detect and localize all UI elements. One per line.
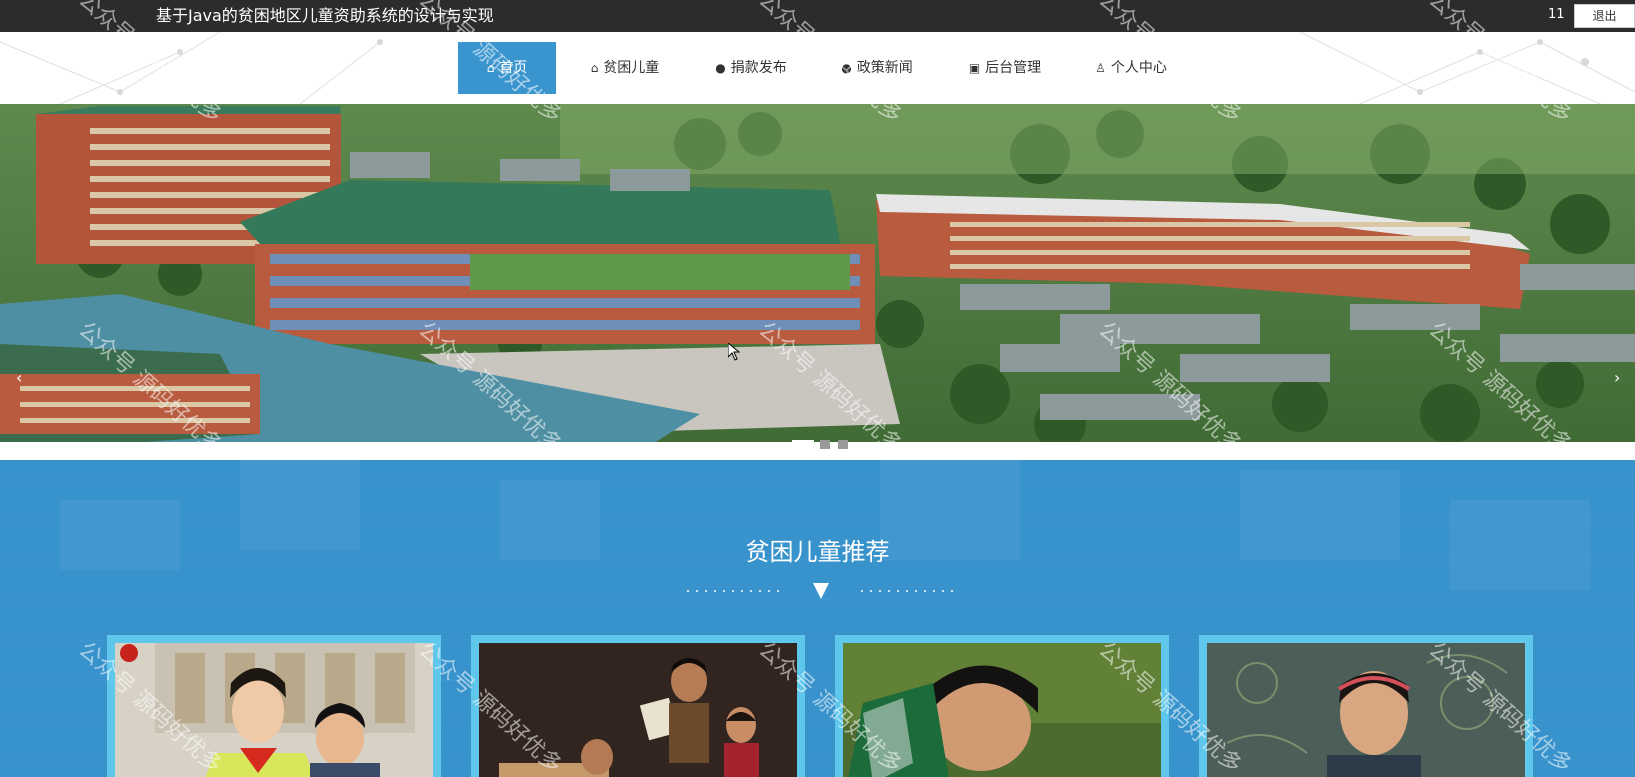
nav-item-poor-children[interactable]: ⌂ 贫困儿童	[570, 42, 680, 94]
user-icon: ♙	[1095, 61, 1106, 75]
child-card-3[interactable]	[835, 635, 1169, 777]
nav-label: 后台管理	[985, 60, 1042, 76]
child-card-1[interactable]	[107, 635, 441, 777]
child-photo-4	[1207, 643, 1525, 777]
briefcase-icon: ▣	[968, 61, 981, 75]
child-card-2[interactable]	[471, 635, 805, 777]
nav-label: 贫困儿童	[603, 60, 660, 76]
logout-button[interactable]: 退出	[1574, 4, 1635, 28]
nav-item-home[interactable]: ⌂ 首页	[458, 42, 556, 94]
mouse-cursor-icon	[728, 343, 740, 361]
child-photo-3	[843, 643, 1161, 777]
hero-carousel[interactable]: ‹ ›	[0, 104, 1635, 452]
nav-label: 个人中心	[1110, 60, 1167, 76]
nav-label: 捐款发布	[730, 60, 787, 76]
home-icon: ⌂	[486, 61, 495, 75]
nav-label: 首页	[499, 60, 528, 76]
poor-children-recommend-section: 贫困儿童推荐	[0, 460, 1635, 777]
triangle-down-icon	[813, 583, 829, 599]
child-card-4[interactable]	[1199, 635, 1533, 777]
main-nav: ⌂ 首页 ⌂ 贫困儿童 ● 捐款发布 ● 政策新闻 ▣ 后台管理 ♙ 个人中心	[0, 32, 1635, 104]
carousel-prev-button[interactable]: ‹	[16, 368, 22, 387]
section-title: 贫困儿童推荐	[745, 538, 890, 566]
child-photo-1	[115, 643, 433, 777]
carousel-next-button[interactable]: ›	[1614, 368, 1620, 387]
child-photo-2	[479, 643, 797, 777]
site-title: 基于Java的贫困地区儿童资助系统的设计与实现	[156, 6, 494, 25]
username-label[interactable]: 11	[1548, 6, 1565, 24]
nav-item-personal-center[interactable]: ♙ 个人中心	[1076, 42, 1186, 94]
section-divider	[687, 583, 953, 599]
carousel-dot-2[interactable]	[820, 440, 830, 449]
question-circle-icon: ●	[841, 61, 852, 75]
carousel-dot-3[interactable]	[838, 440, 848, 449]
network-pattern-background	[0, 32, 1635, 104]
bag-icon: ⌂	[590, 61, 599, 75]
nav-item-donation-publish[interactable]: ● 捐款发布	[696, 42, 806, 94]
carousel-dot-1[interactable]	[792, 440, 814, 449]
nav-item-policy-news[interactable]: ● 政策新闻	[822, 42, 932, 94]
info-circle-icon: ●	[715, 61, 726, 75]
nav-label: 政策新闻	[856, 60, 913, 76]
campus-aerial-image	[0, 104, 1635, 452]
nav-item-admin[interactable]: ▣ 后台管理	[950, 42, 1060, 94]
top-bar: 基于Java的贫困地区儿童资助系统的设计与实现 11 退出	[0, 0, 1635, 32]
